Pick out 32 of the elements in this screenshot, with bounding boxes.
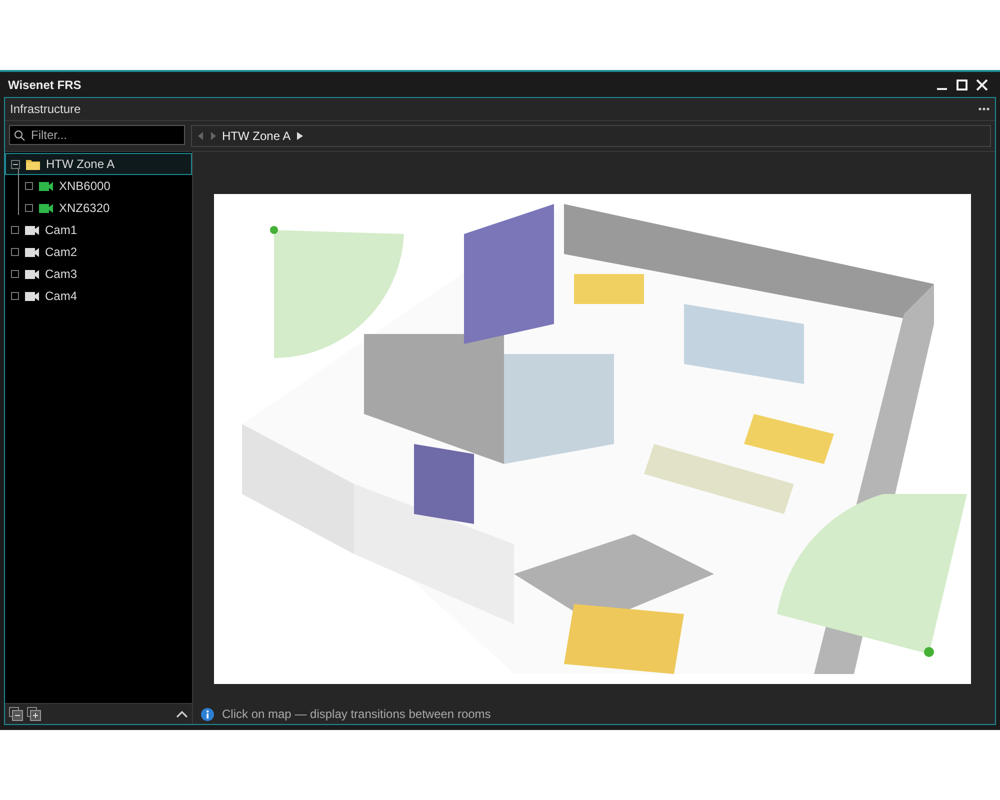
checkbox[interactable] bbox=[11, 248, 19, 256]
collapse-all-icon[interactable] bbox=[9, 707, 23, 721]
tree-item[interactable]: XNB6000 bbox=[5, 175, 192, 197]
dropdown-arrow-icon[interactable] bbox=[296, 132, 303, 140]
more-icon[interactable] bbox=[978, 107, 990, 111]
window-title: Wisenet FRS bbox=[8, 78, 82, 92]
info-icon bbox=[201, 708, 214, 720]
collapse-icon[interactable] bbox=[11, 160, 20, 168]
tree-item[interactable]: XNZ6320 bbox=[5, 197, 192, 219]
tree-item[interactable]: Cam4 bbox=[5, 285, 192, 307]
folder-icon bbox=[26, 158, 40, 170]
checkbox[interactable] bbox=[11, 226, 19, 234]
expand-all-icon[interactable] bbox=[27, 707, 41, 721]
search-icon bbox=[14, 130, 25, 141]
close-icon bbox=[976, 78, 988, 90]
maximize-icon bbox=[956, 78, 968, 90]
status-message: Click on map — display transitions between rooms bbox=[222, 707, 491, 721]
checkbox[interactable] bbox=[25, 182, 33, 190]
tree-item[interactable]: Cam3 bbox=[5, 263, 192, 285]
filter-field[interactable]: Filter... bbox=[9, 125, 185, 145]
tree-item[interactable]: Cam1 bbox=[5, 219, 192, 241]
minimize-icon bbox=[937, 88, 947, 90]
chevron-up-icon[interactable] bbox=[176, 710, 188, 718]
tree-item[interactable]: Cam2 bbox=[5, 241, 192, 263]
panel-title: Infrastructure bbox=[10, 102, 82, 116]
back-icon[interactable] bbox=[198, 132, 204, 140]
tree-item[interactable]: HTW Zone A bbox=[5, 153, 192, 175]
breadcrumb-item[interactable]: HTW Zone A bbox=[222, 129, 291, 143]
checkbox[interactable] bbox=[25, 204, 33, 212]
checkbox[interactable] bbox=[11, 292, 19, 300]
checkbox[interactable] bbox=[11, 270, 19, 278]
forward-icon[interactable] bbox=[210, 132, 216, 140]
